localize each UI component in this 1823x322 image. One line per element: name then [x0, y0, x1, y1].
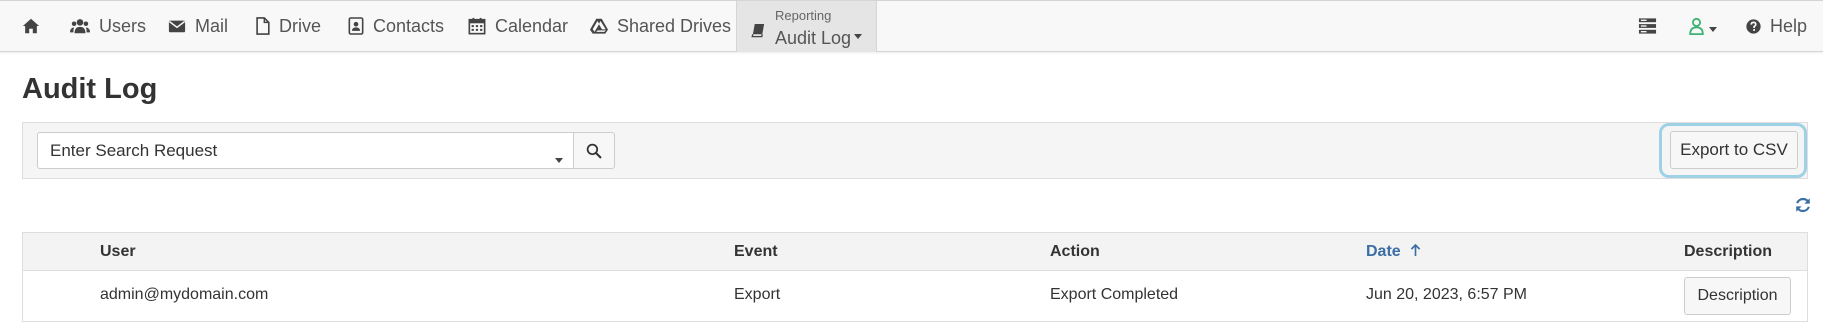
search-icon	[586, 143, 602, 158]
search-button[interactable]	[573, 132, 615, 169]
nav-drive[interactable]: Drive	[255, 1, 321, 51]
column-header-event[interactable]: Event	[734, 243, 778, 261]
cell-date: Jun 20, 2023, 6:57 PM	[1366, 286, 1527, 303]
chevron-down-icon	[854, 23, 862, 44]
nav-reporting-dropdown[interactable]: Reporting Audit Log	[736, 1, 877, 52]
column-header-date-label: Date	[1366, 243, 1401, 260]
column-header-date[interactable]: Date	[1366, 243, 1421, 261]
chevron-down-icon[interactable]	[555, 148, 563, 168]
nav-drive-label: Drive	[279, 15, 322, 36]
search-combobox[interactable]	[37, 132, 574, 169]
audit-log-table: User Event Action Date Description admin…	[22, 232, 1808, 322]
refresh-icon	[1796, 197, 1810, 213]
column-header-action[interactable]: Action	[1050, 243, 1100, 261]
nav-shared-drives-label: Shared Drives	[617, 15, 732, 36]
nav-contacts-label: Contacts	[373, 15, 445, 36]
nav-help[interactable]: Help	[1746, 1, 1807, 51]
nav-mail-label: Mail	[195, 15, 229, 36]
question-circle-icon	[1746, 18, 1761, 34]
file-icon	[256, 17, 270, 35]
nav-shared-drives[interactable]: Shared Drives	[590, 1, 731, 51]
cell-user: admin@mydomain.com	[100, 286, 269, 303]
nav-calendar-label: Calendar	[495, 15, 569, 36]
contact-card-icon	[348, 17, 364, 35]
calendar-icon	[468, 17, 486, 35]
search-input[interactable]	[38, 133, 573, 168]
nav-calendar[interactable]: Calendar	[468, 1, 568, 51]
server-list-icon	[1638, 18, 1657, 34]
nav-contacts[interactable]: Contacts	[348, 1, 444, 51]
chevron-down-icon	[1709, 16, 1717, 37]
column-header-user[interactable]: User	[100, 243, 136, 261]
column-header-description: Description	[1684, 243, 1773, 260]
search-toolbar: Export to CSV	[22, 122, 1808, 179]
nav-home[interactable]	[22, 1, 40, 51]
export-csv-button[interactable]: Export to CSV	[1670, 131, 1798, 169]
nav-users[interactable]: Users	[70, 1, 146, 51]
arrow-up-icon	[1410, 243, 1421, 256]
nav-reporting-current-label: Audit Log	[775, 28, 852, 48]
nav-help-label: Help	[1770, 15, 1808, 36]
refresh-button[interactable]	[1794, 196, 1812, 214]
home-icon	[22, 18, 40, 34]
user-menu-dropdown[interactable]	[1688, 1, 1717, 51]
top-navbar: Users Mail Drive Contacts Calendar Share…	[0, 0, 1823, 52]
table-row[interactable]: admin@mydomain.com Export Export Complet…	[23, 271, 1807, 321]
cell-action: Export Completed	[1050, 286, 1179, 303]
nav-users-label: Users	[99, 15, 147, 36]
view-toggle-button[interactable]	[1638, 1, 1657, 51]
cell-event: Export	[734, 286, 781, 303]
nav-reporting-section-label: Reporting	[775, 8, 832, 23]
description-button[interactable]: Description	[1684, 277, 1791, 315]
table-header: User Event Action Date Description	[23, 233, 1807, 271]
users-icon	[70, 19, 90, 34]
user-icon	[1689, 17, 1704, 35]
book-icon	[751, 23, 765, 38]
nav-mail[interactable]: Mail	[168, 1, 228, 51]
google-drive-icon	[590, 18, 608, 34]
page-title: Audit Log	[22, 73, 158, 105]
envelope-icon	[168, 20, 186, 33]
